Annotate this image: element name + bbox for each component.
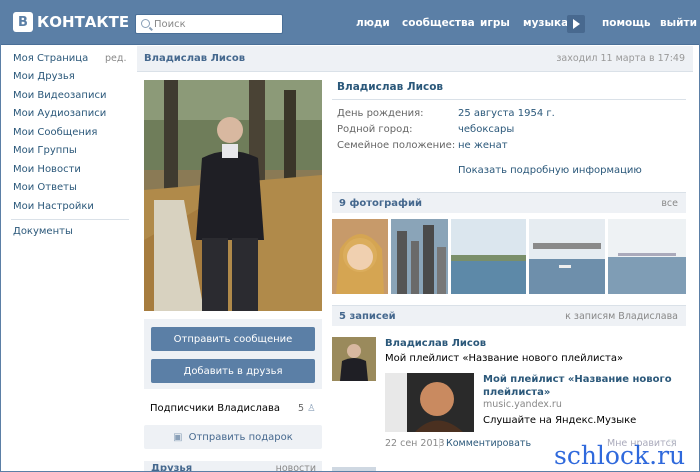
photos-section-header: 9 фотографий все (332, 192, 686, 213)
add-friend-button[interactable]: Добавить в друзья (151, 359, 315, 383)
link-url: music.yandex.ru (483, 399, 562, 410)
profile-bar-name: Владислав Лисов (144, 53, 246, 64)
nav-music[interactable]: музыка (523, 17, 568, 29)
sidebar-item-videos[interactable]: Мои Видеозаписи (13, 90, 106, 101)
post-date[interactable]: 22 сен 2013 (385, 438, 445, 449)
play-icon[interactable] (567, 15, 585, 33)
search-placeholder: Поиск (154, 18, 186, 30)
sidebar-divider (11, 219, 129, 220)
photos-all-link[interactable]: все (661, 198, 678, 209)
person-icon: ♙ (307, 403, 316, 414)
city-value[interactable]: чебоксары (458, 124, 514, 135)
photo-thumb-image (451, 219, 526, 294)
search-icon (141, 19, 150, 28)
photo-thumb[interactable] (608, 219, 686, 294)
vk-logo-badge: В (13, 12, 33, 32)
link-description: Слушайте на Яндекс.Музыке (483, 415, 637, 426)
profile-photo-image (144, 80, 322, 311)
last-seen: заходил 11 марта в 17:49 (556, 53, 685, 64)
nav-communities[interactable]: сообщества (402, 17, 475, 29)
sidebar-item-news[interactable]: Мои Новости (13, 164, 81, 175)
watermark: schlock.ru (554, 441, 686, 470)
photo-thumb-image (529, 219, 605, 294)
page: В КОНТАКТЕ Поиск люди сообщества игры му… (0, 0, 700, 472)
sidebar-item-settings[interactable]: Мои Настройки (13, 201, 94, 212)
photo-thumb[interactable] (391, 219, 448, 294)
post-text: Мой плейлист «Название нового плейлиста» (385, 353, 624, 364)
friends-news-link[interactable]: новости (276, 463, 316, 471)
profile-divider (332, 99, 686, 100)
wall-title[interactable]: 5 записей (339, 311, 396, 322)
friends-title[interactable]: Друзья (151, 463, 192, 471)
subscribers-label[interactable]: Подписчики Владислава (150, 403, 280, 414)
profile-top-bar: Владислав Лисов заходил 11 марта в 17:49 (137, 46, 693, 72)
nav-help[interactable]: помощь (602, 17, 651, 29)
comment-link[interactable]: Комментировать (446, 438, 531, 449)
wall-all-link[interactable]: к записям Владислава (565, 311, 678, 322)
photo-thumb-image (391, 219, 448, 294)
photo-thumb[interactable] (451, 219, 526, 294)
post-author[interactable]: Владислав Лисов (385, 338, 486, 349)
send-gift-label: Отправить подарок (188, 431, 293, 443)
vk-logo[interactable]: В КОНТАКТЕ (13, 12, 129, 32)
photo-thumb-image (332, 219, 388, 294)
profile-name: Владислав Лисов (337, 81, 444, 93)
birthday-value[interactable]: 25 августа 1954 г. (458, 108, 555, 119)
sidebar-item-documents[interactable]: Документы (13, 226, 73, 237)
send-message-button[interactable]: Отправить сообщение (151, 327, 315, 351)
next-post-avatar (332, 467, 376, 471)
city-label: Родной город: (337, 124, 413, 135)
gift-icon: ▣ (173, 431, 183, 443)
vk-logo-text: КОНТАКТЕ (37, 13, 130, 31)
search-input[interactable]: Поиск (135, 14, 283, 34)
sidebar-item-audio[interactable]: Мои Аудиозаписи (13, 108, 106, 119)
send-gift-button[interactable]: ▣ Отправить подарок (144, 425, 322, 449)
photo-thumb-image (608, 219, 686, 294)
link-preview-picture (385, 373, 474, 432)
relationship-value[interactable]: не женат (458, 140, 508, 151)
nav-people[interactable]: люди (356, 17, 390, 29)
photo-thumb[interactable] (332, 219, 388, 294)
photos-title[interactable]: 9 фотографий (339, 198, 422, 209)
nav-games[interactable]: игры (480, 17, 510, 29)
sidebar-item-my-page[interactable]: Моя Страница (13, 53, 88, 64)
nav-logout[interactable]: выйти (660, 17, 697, 29)
sidebar-item-friends[interactable]: Мои Друзья (13, 71, 75, 82)
separator: | (438, 438, 442, 449)
wall-section-header: 5 записей к записям Владислава (332, 305, 686, 326)
sidebar-item-groups[interactable]: Мои Группы (13, 145, 77, 156)
photo-thumb[interactable] (529, 219, 605, 294)
avatar[interactable] (332, 337, 376, 381)
link-preview-image[interactable] (385, 373, 474, 432)
relationship-label: Семейное положение: (337, 140, 456, 151)
profile-photo[interactable] (144, 80, 322, 311)
sidebar-item-messages[interactable]: Мои Сообщения (13, 127, 97, 138)
birthday-label: День рождения: (337, 108, 424, 119)
top-header: В КОНТАКТЕ Поиск люди сообщества игры му… (1, 1, 699, 45)
friends-section-header: Друзья новости (144, 461, 322, 471)
edit-link[interactable]: ред. (105, 53, 126, 64)
show-more-link[interactable]: Показать подробную информацию (458, 165, 642, 176)
link-title[interactable]: Мой плейлист «Название нового плейлиста» (483, 373, 673, 399)
sidebar-item-answers[interactable]: Мои Ответы (13, 182, 77, 193)
subscribers-count[interactable]: 5 ♙ (298, 403, 316, 414)
avatar-image (332, 337, 376, 381)
